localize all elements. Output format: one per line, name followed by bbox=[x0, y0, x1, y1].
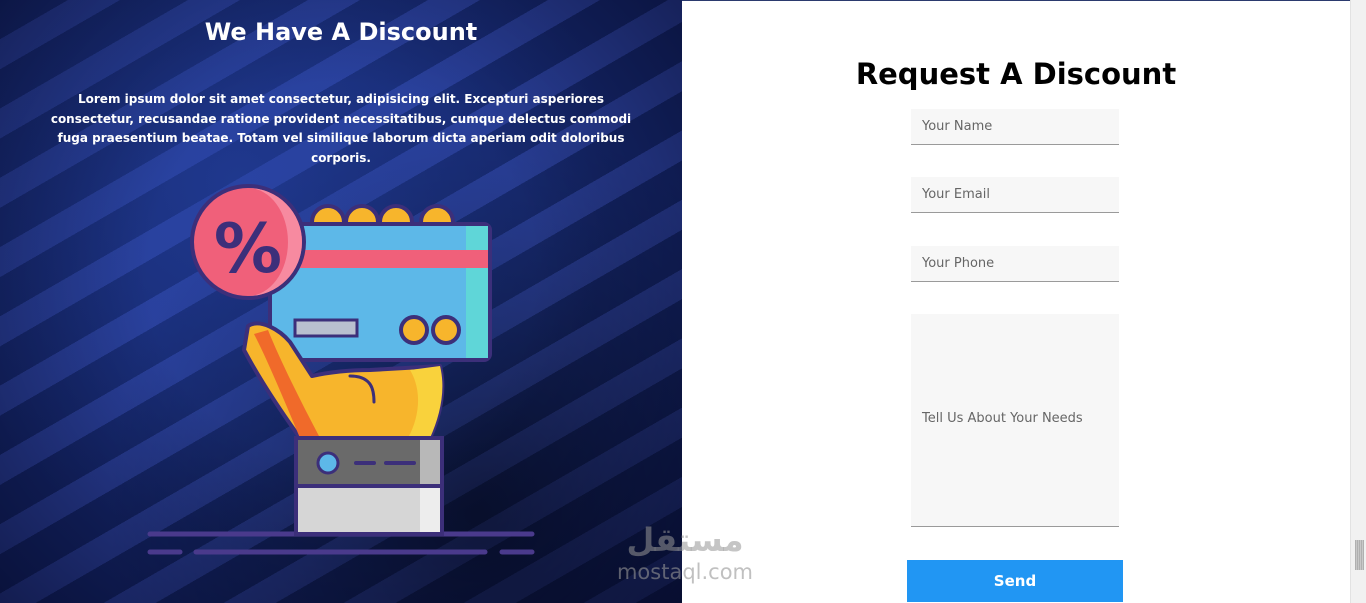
watermark-arabic-text: مستقل bbox=[626, 521, 744, 559]
name-input[interactable] bbox=[911, 109, 1119, 145]
discount-heading: We Have A Discount bbox=[204, 18, 478, 46]
page-scrollbar[interactable] bbox=[1350, 0, 1366, 603]
hand-holding-card-illustration: % bbox=[147, 184, 535, 555]
watermark-url-text: mostaql.com bbox=[616, 560, 754, 584]
send-button[interactable]: Send bbox=[907, 560, 1123, 602]
phone-input[interactable] bbox=[911, 246, 1119, 282]
request-discount-panel: Request A Discount Send bbox=[682, 0, 1350, 603]
scrollbar-thumb[interactable] bbox=[1355, 540, 1364, 570]
discount-info-panel: We Have A Discount Lorem ipsum dolor sit… bbox=[0, 0, 682, 603]
percent-icon: % bbox=[214, 210, 282, 289]
message-textarea[interactable] bbox=[911, 314, 1119, 527]
email-input[interactable] bbox=[911, 177, 1119, 213]
mostaql-watermark: مستقل mostaql.com bbox=[600, 520, 770, 592]
discount-description: Lorem ipsum dolor sit amet consectetur, … bbox=[50, 92, 632, 165]
form-title: Request A Discount bbox=[855, 57, 1177, 91]
